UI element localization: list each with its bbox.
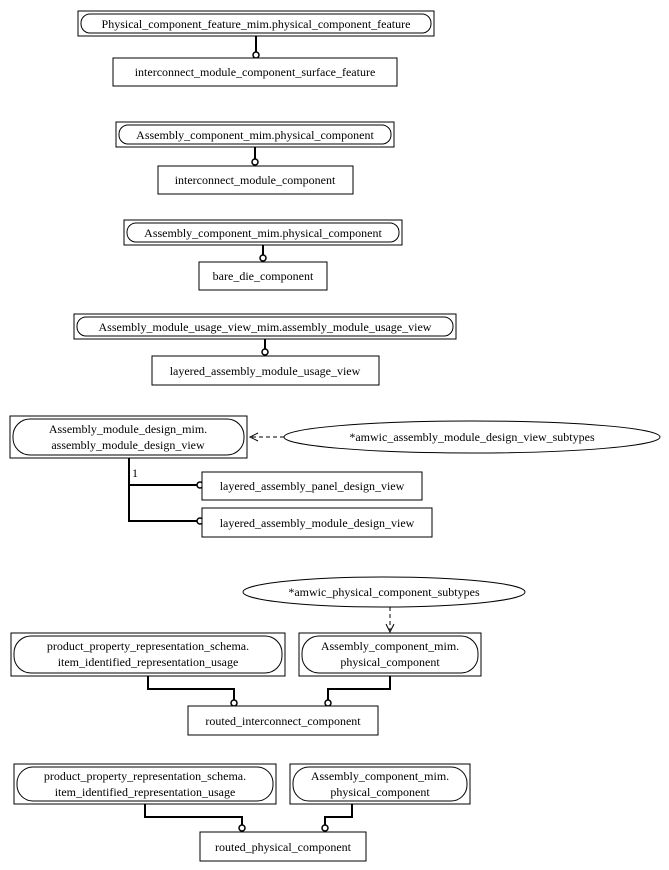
supertype-label-line1: Assembly_component_mim. — [321, 639, 459, 653]
supertype-label-line2: physical_component — [340, 655, 440, 669]
inheritance-line — [147, 676, 235, 700]
supertype-label-line1: Assembly_component_mim. — [311, 769, 449, 783]
group-layered-assembly-module-usage-view: Assembly_module_usage_view_mim.assembly_… — [73, 313, 457, 386]
cardinality-label: 1 — [132, 466, 138, 480]
supertype-label: Assembly_component_mim.physical_componen… — [136, 128, 374, 142]
supertype-label-line1: Assembly_module_design_mim. — [49, 422, 207, 436]
express-g-diagram: Physical_component_feature_mim.physical_… — [9, 10, 661, 862]
subtype-label: routed_physical_component — [215, 840, 352, 854]
subtype-circle — [230, 699, 238, 707]
subtype-circle — [324, 699, 332, 707]
subtype-label: interconnect_module_component_surface_fe… — [135, 65, 376, 79]
group-routed-interconnect-component: *amwic_physical_component_subtypes produ… — [10, 576, 526, 736]
group-bare-die-component: Assembly_component_mim.physical_componen… — [123, 219, 403, 291]
supertype-label: Assembly_component_mim.physical_componen… — [144, 226, 382, 240]
supertype-label: Physical_component_feature_mim.physical_… — [102, 17, 411, 31]
supertype-label-line2: physical_component — [330, 785, 430, 799]
subtype-circle — [252, 51, 260, 59]
inheritance-line — [327, 676, 391, 700]
subtype-circle — [321, 824, 329, 832]
supertype-label-line2: item_identified_representation_usage — [58, 655, 239, 669]
inheritance-line-trunk — [128, 458, 197, 522]
supertype-label-line1: product_property_representation_schema. — [47, 639, 249, 653]
group-interconnect-module-component: Assembly_component_mim.physical_componen… — [115, 121, 395, 195]
subtype-label: bare_die_component — [213, 269, 314, 283]
inheritance-line — [144, 804, 243, 825]
inheritance-line — [324, 804, 353, 825]
subtype-circle — [251, 158, 259, 166]
subtype-label: interconnect_module_component — [175, 173, 336, 187]
subtype-circle — [238, 824, 246, 832]
subtype-label: layered_assembly_module_design_view — [220, 516, 415, 530]
subtype-label: layered_assembly_module_usage_view — [170, 364, 361, 378]
supertype-label-line1: product_property_representation_schema. — [44, 769, 246, 783]
group-routed-physical-component: product_property_representation_schema. … — [13, 763, 471, 862]
group-assembly-module-design-view: Assembly_module_design_mim. assembly_mod… — [9, 415, 661, 538]
subtype-label: layered_assembly_panel_design_view — [220, 479, 405, 493]
subtype-label: routed_interconnect_component — [205, 714, 361, 728]
subtype-reference-label: *amwic_assembly_module_design_view_subty… — [349, 430, 595, 444]
supertype-label-line2: item_identified_representation_usage — [55, 785, 236, 799]
subtype-circle — [261, 348, 269, 356]
supertype-label: Assembly_module_usage_view_mim.assembly_… — [99, 320, 432, 334]
subtype-reference-label: *amwic_physical_component_subtypes — [288, 585, 480, 599]
group-physical-component-feature: Physical_component_feature_mim.physical_… — [77, 10, 435, 87]
supertype-label-line2: assembly_module_design_view — [51, 438, 205, 452]
subtype-circle — [259, 254, 267, 262]
